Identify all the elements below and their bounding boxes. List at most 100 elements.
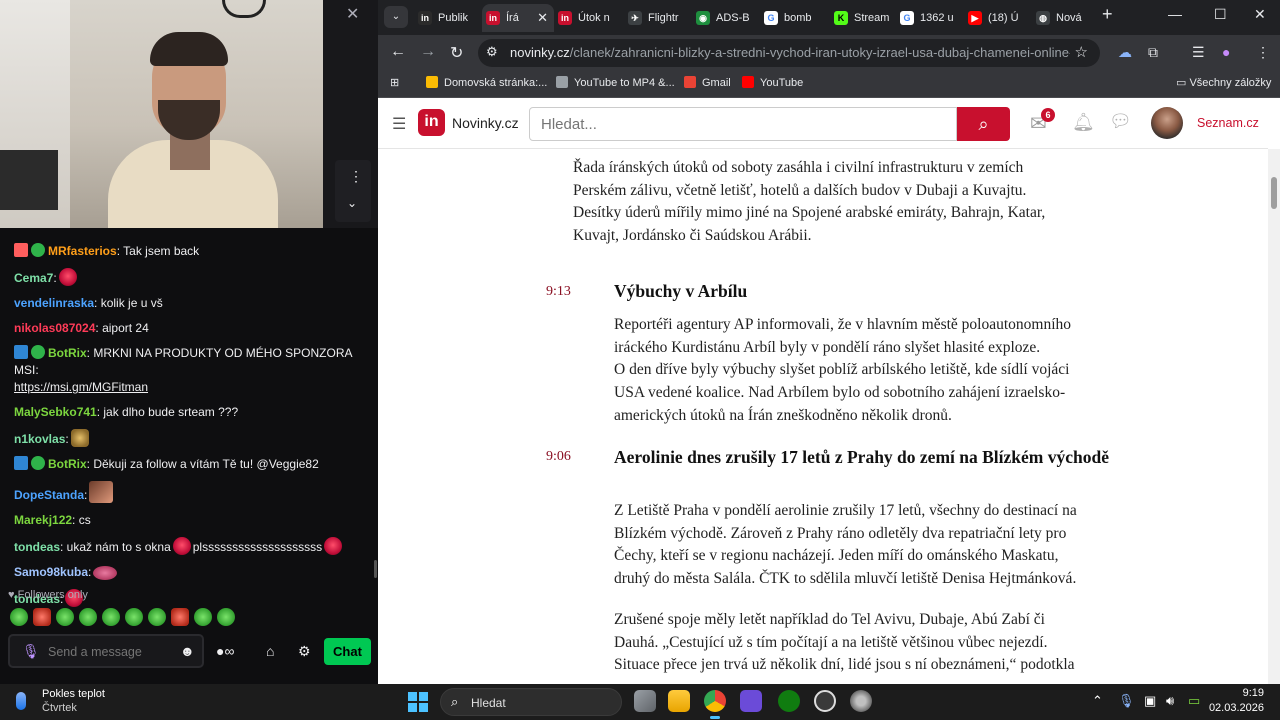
bookmark-star-icon[interactable]: ☆ bbox=[1075, 43, 1088, 61]
file-explorer-icon[interactable] bbox=[668, 690, 690, 712]
emote-icon[interactable] bbox=[171, 608, 189, 626]
emoji-icon[interactable]: ☻ bbox=[180, 643, 195, 659]
emote-icon[interactable] bbox=[148, 608, 166, 626]
volume-icon[interactable]: 🔊︎ bbox=[1166, 693, 1174, 709]
chat-badge-icon[interactable] bbox=[14, 243, 28, 257]
forward-icon[interactable]: → bbox=[420, 43, 436, 61]
page-scrollbar[interactable] bbox=[1268, 149, 1280, 684]
clock-date[interactable]: 02.03.2026 bbox=[1208, 702, 1264, 714]
emote-icon[interactable] bbox=[217, 608, 235, 626]
site-info-icon[interactable]: ⚙ bbox=[486, 44, 498, 60]
network-icon[interactable]: ▣ bbox=[1144, 693, 1156, 709]
gear-icon[interactable]: ⚙ bbox=[298, 643, 311, 660]
apps-icon[interactable]: ⊞ bbox=[390, 76, 399, 89]
chat-username[interactable]: MalySebko741 bbox=[14, 405, 97, 419]
verified-badge-icon[interactable] bbox=[31, 243, 45, 257]
site-search-input[interactable] bbox=[529, 107, 957, 141]
maximize-icon[interactable]: ☐ bbox=[1214, 6, 1227, 23]
obs-icon[interactable] bbox=[740, 690, 762, 712]
taskbar-search[interactable]: ⌕ Hledat bbox=[440, 688, 622, 716]
chat-badge-icon[interactable] bbox=[14, 456, 28, 470]
store-icon[interactable]: ⌂ bbox=[266, 643, 274, 659]
chat-username[interactable]: MRfasterios bbox=[48, 244, 117, 258]
verified-badge-icon[interactable] bbox=[31, 456, 45, 470]
chat-username[interactable]: tondeas bbox=[14, 540, 60, 554]
close-icon[interactable]: ✕ bbox=[346, 4, 359, 24]
browser-tab[interactable]: G 1362 u bbox=[896, 4, 960, 32]
recorder-icon[interactable] bbox=[814, 690, 836, 712]
chat-username[interactable]: Marekj122 bbox=[14, 513, 72, 527]
reading-list-icon[interactable]: ☰ bbox=[1192, 44, 1205, 61]
chat-username[interactable]: Samo98kuba bbox=[14, 565, 88, 579]
task-view-icon[interactable] bbox=[634, 690, 656, 712]
weather-title[interactable]: Pokles teplot bbox=[42, 688, 105, 700]
clock-time[interactable]: 9:19 bbox=[1218, 687, 1264, 699]
browser-tab[interactable]: ◍ Nová bbox=[1032, 4, 1096, 32]
bookmark-item[interactable]: YouTube bbox=[742, 76, 803, 89]
address-bar[interactable]: ⚙ novinky.cz/clanek/zahranicni-blizky-a-… bbox=[478, 39, 1100, 67]
microphone-tray-icon[interactable]: 🎙︎ bbox=[1118, 693, 1135, 709]
chevron-down-icon[interactable]: ⌄ bbox=[347, 196, 357, 210]
bell-icon[interactable]: 🔔︎ bbox=[1072, 112, 1095, 133]
browser-tab[interactable]: ▶ (18) Ú bbox=[964, 4, 1028, 32]
browser-tab[interactable]: ◉ ADS-B bbox=[692, 4, 756, 32]
chat-bubble-icon[interactable]: 💬︎ bbox=[1109, 111, 1132, 132]
emote-icon[interactable] bbox=[125, 608, 143, 626]
chat-badge-icon[interactable] bbox=[14, 345, 28, 359]
chat-username[interactable]: BotRix bbox=[48, 346, 87, 360]
seznam-link[interactable]: Seznam.cz bbox=[1197, 116, 1259, 130]
chat-username[interactable]: vendelinraska bbox=[14, 296, 94, 310]
chrome-icon[interactable] bbox=[704, 690, 726, 719]
chat-scrollbar[interactable] bbox=[374, 560, 377, 578]
emote-icon[interactable] bbox=[79, 608, 97, 626]
extensions-icon[interactable]: ⧉ bbox=[1148, 44, 1158, 61]
cloud-extension-icon[interactable]: ☁ bbox=[1118, 44, 1132, 61]
all-bookmarks[interactable]: ▭ Všechny záložky bbox=[1176, 76, 1271, 89]
emote-icon[interactable] bbox=[56, 608, 74, 626]
back-icon[interactable]: ← bbox=[390, 43, 406, 61]
browser-tab[interactable]: K Stream bbox=[830, 4, 894, 32]
chat-username[interactable]: nikolas087024 bbox=[14, 321, 95, 335]
entry-title[interactable]: Výbuchy v Arbílu bbox=[614, 281, 1114, 302]
window-close-icon[interactable]: ✕ bbox=[1254, 6, 1266, 23]
chat-send-button[interactable]: Chat bbox=[324, 638, 371, 665]
microphone-icon[interactable]: 🎙 bbox=[22, 643, 40, 660]
tab-search-icon[interactable]: ⌄ bbox=[384, 6, 408, 28]
bookmark-item[interactable]: YouTube to MP4 &... bbox=[556, 76, 675, 89]
windows-start-icon[interactable] bbox=[408, 692, 428, 712]
chat-username[interactable]: n1kovlas bbox=[14, 432, 65, 446]
chat-message-input[interactable] bbox=[48, 642, 168, 662]
search-button[interactable]: ⌕ bbox=[957, 107, 1010, 141]
user-avatar[interactable] bbox=[1151, 107, 1183, 139]
chevron-up-icon[interactable]: ⌃ bbox=[1092, 693, 1103, 709]
bookmark-item[interactable]: Domovská stránka:... bbox=[426, 76, 547, 89]
profile-icon[interactable]: ● bbox=[1222, 44, 1230, 60]
more-options-icon[interactable]: ⋮ bbox=[349, 168, 363, 185]
tab-close-icon[interactable]: ✕ bbox=[537, 4, 548, 32]
chat-controls[interactable]: ⋮ ⌄ bbox=[335, 160, 371, 222]
chat-username[interactable]: Cema7 bbox=[14, 271, 53, 285]
browser-tab[interactable]: in Írá ✕ bbox=[482, 4, 554, 32]
emote-icon[interactable] bbox=[33, 608, 51, 626]
emote-icon[interactable] bbox=[10, 608, 28, 626]
xbox-icon[interactable] bbox=[778, 690, 800, 712]
scrollbar-thumb[interactable] bbox=[1271, 177, 1277, 209]
chat-link[interactable]: https://msi.gm/MGFitman bbox=[14, 380, 148, 394]
battery-icon[interactable]: ▭ bbox=[1188, 693, 1200, 709]
url-text[interactable]: novinky.cz/clanek/zahranicni-blizky-a-st… bbox=[510, 45, 1070, 60]
minimize-icon[interactable]: — bbox=[1168, 6, 1182, 22]
novinky-logo[interactable]: in bbox=[418, 109, 445, 136]
entry-title[interactable]: Aerolinie dnes zrušily 17 letů z Prahy d… bbox=[614, 447, 1114, 468]
chat-username[interactable]: DopeStanda bbox=[14, 488, 84, 502]
site-name[interactable]: Novinky.cz bbox=[452, 115, 519, 131]
menu-icon[interactable]: ⋮ bbox=[1256, 44, 1270, 61]
bookmark-item[interactable]: Gmail bbox=[684, 76, 731, 89]
settings-icon[interactable] bbox=[850, 690, 872, 712]
new-tab-button[interactable]: + bbox=[1102, 4, 1113, 25]
bits-icon[interactable]: ●∞ bbox=[216, 643, 234, 659]
browser-tab[interactable]: in Publik bbox=[414, 4, 478, 32]
chat-username[interactable]: BotRix bbox=[48, 457, 87, 471]
emote-icon[interactable] bbox=[102, 608, 120, 626]
chat-input-box[interactable]: 🎙 ☻ bbox=[8, 634, 204, 668]
browser-tab[interactable]: ✈ Flightr bbox=[624, 4, 688, 32]
